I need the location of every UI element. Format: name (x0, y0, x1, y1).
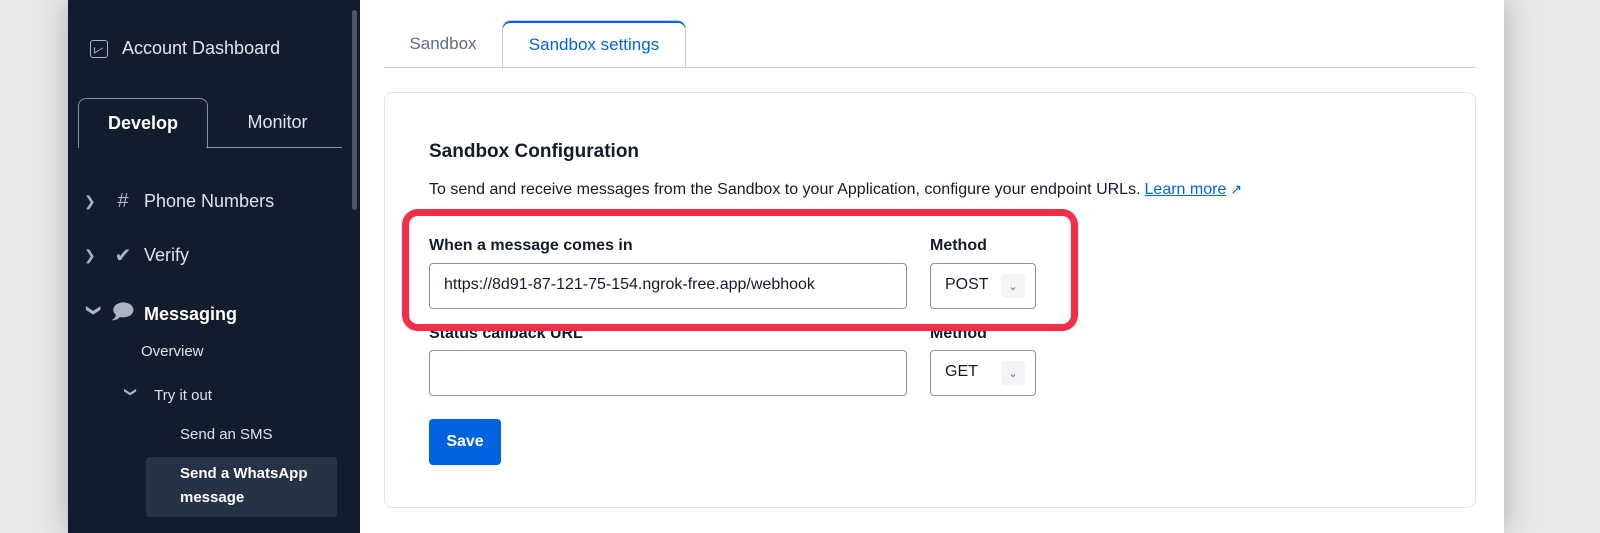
sandbox-config-card: Sandbox Configuration To send and receiv… (384, 92, 1476, 508)
sidebar-item-send-sms[interactable]: Send an SMS (180, 426, 273, 443)
sidebar-scrollbar[interactable] (352, 10, 357, 210)
status-url-label: Status callback URL (429, 325, 583, 342)
chat-bubble-icon: 🗩 (111, 301, 135, 323)
external-link-icon: ↗ (1230, 181, 1243, 197)
verify-check-icon: ✔ (114, 245, 132, 267)
sidebar-item-messaging[interactable]: ❯ 🗩 Messaging (84, 297, 238, 331)
sidebar-item-label: Messaging (144, 303, 238, 324)
sidebar-item-label: Try it out (154, 387, 212, 404)
learn-more-link[interactable]: Learn more (1145, 181, 1227, 198)
sidebar-item-label: Verify (144, 245, 190, 265)
chevron-down-icon: ❯ (124, 387, 138, 398)
sidebar: Account Dashboard Develop Monitor ❯ # Ph… (68, 0, 360, 533)
hash-icon: # (117, 190, 129, 212)
sidebar-item-label: Phone Numbers (144, 191, 275, 211)
section-description: To send and receive messages from the Sa… (429, 181, 1243, 198)
chevron-down-icon: ⌄ (1001, 361, 1025, 385)
status-url-input[interactable] (429, 350, 907, 396)
tab-bar: Sandbox Sandbox settings (384, 20, 1476, 69)
sidebar-item-phone-numbers[interactable]: ❯ # Phone Numbers (84, 190, 274, 213)
chart-icon (90, 39, 108, 58)
account-dashboard-label: Account Dashboard (122, 38, 281, 58)
account-dashboard-link[interactable]: Account Dashboard (90, 38, 280, 59)
tab-sandbox-settings[interactable]: Sandbox settings (502, 20, 686, 69)
status-method-label: Method (930, 325, 987, 342)
chevron-right-icon: ❯ (84, 193, 96, 209)
sidebar-item-send-whatsapp[interactable]: Send a WhatsApp message (146, 457, 337, 517)
sidebar-item-overview[interactable]: Overview (141, 343, 204, 360)
message-url-input[interactable]: https://8d91-87-121-75-154.ngrok-free.ap… (429, 263, 907, 309)
tab-monitor[interactable]: Monitor (213, 98, 342, 146)
develop-monitor-tabs: Develop Monitor (78, 98, 342, 148)
tab-develop[interactable]: Develop (78, 98, 208, 148)
main-content: Sandbox Sandbox settings Sandbox Configu… (360, 0, 1504, 533)
chevron-right-icon: ❯ (84, 247, 96, 263)
message-method-select[interactable]: POST ⌄ (930, 263, 1036, 309)
status-method-select[interactable]: GET ⌄ (930, 350, 1036, 396)
sidebar-item-try-it-out[interactable]: ❯ Try it out (122, 387, 212, 404)
chevron-down-icon: ⌄ (1001, 274, 1025, 298)
chevron-down-icon: ❯ (86, 304, 103, 316)
section-title: Sandbox Configuration (429, 141, 640, 162)
sidebar-item-verify[interactable]: ❯ ✔ Verify (84, 243, 189, 268)
message-url-label: When a message comes in (429, 237, 633, 254)
save-button[interactable]: Save (429, 419, 501, 465)
tab-sandbox[interactable]: Sandbox (384, 20, 502, 68)
message-method-label: Method (930, 237, 987, 254)
app-window: Account Dashboard Develop Monitor ❯ # Ph… (68, 0, 1504, 533)
